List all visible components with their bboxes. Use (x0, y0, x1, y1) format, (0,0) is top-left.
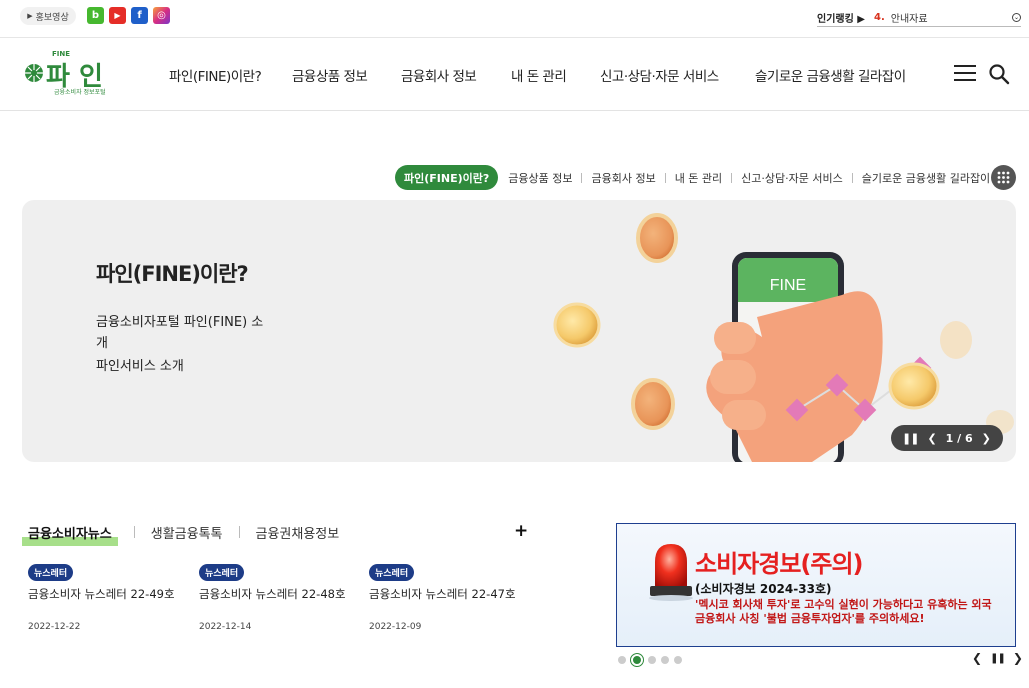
pagination-dot[interactable] (618, 656, 626, 664)
gnb-item-companies[interactable]: 금융회사 정보 (401, 65, 477, 85)
gnb-item-report-service[interactable]: 신고·상담·자문 서비스 (600, 65, 719, 85)
chevron-down-icon[interactable]: ⌄ (1012, 12, 1021, 22)
phone-screen-label: FINE (770, 277, 806, 294)
news-item[interactable]: 뉴스레터 금융소비자 뉴스레터 22-49호 2022-12-22 (28, 561, 188, 632)
all-menu-grid-icon[interactable] (991, 165, 1016, 190)
youtube-icon-glyph: ▶ (114, 11, 121, 20)
gnb-item-guide[interactable]: 슬기로운 금융생활 길라잡이 (755, 65, 906, 85)
tab-life-finance[interactable]: 생활금융톡톡 (151, 523, 223, 542)
ranking-label: 인기랭킹 ▶ (817, 13, 865, 25)
category-pill-fine[interactable]: 파인(FINE)이란? (395, 165, 499, 190)
pause-icon[interactable]: ❚❚ (990, 653, 1006, 664)
site-logo[interactable]: FINE 파 인 금융소비자 정보포털 (24, 50, 114, 98)
youtube-icon[interactable]: ▶ (109, 7, 126, 24)
news-title[interactable]: 금융소비자 뉴스레터 22-47호 (369, 586, 529, 602)
blog-icon[interactable]: b (87, 7, 104, 24)
pause-icon[interactable]: ❚❚ (902, 432, 919, 445)
main-banner[interactable]: 파인(FINE)이란? 금융소비자포털 파인(FINE) 소개 파인서비스 소개… (22, 200, 1016, 462)
news-title[interactable]: 금융소비자 뉴스레터 22-48호 (199, 586, 359, 602)
chevron-left-icon[interactable]: ❮ (972, 651, 982, 665)
search-icon[interactable] (988, 63, 1010, 85)
category-item-report[interactable]: 신고·상담·자문 서비스 (741, 170, 843, 186)
banner-category-nav: 파인(FINE)이란? 금융상품 정보 금융회사 정보 내 돈 관리 신고·상담… (395, 165, 990, 190)
news-date: 2022-12-09 (369, 622, 422, 632)
facebook-icon-glyph: f (137, 10, 142, 21)
pagination-dot[interactable] (648, 656, 656, 664)
newsletter-badge: 뉴스레터 (28, 564, 74, 581)
tab-consumer-news[interactable]: 금융소비자뉴스 (22, 523, 118, 546)
alert-pagination (618, 654, 682, 666)
alert-number: (소비자경보 2024-33호) (695, 582, 832, 596)
chevron-right-icon[interactable]: ❯ (982, 432, 991, 445)
logo-caption: 금융소비자 정보포털 (54, 89, 106, 96)
gnb-item-my-money[interactable]: 내 돈 관리 (511, 65, 567, 85)
news-date: 2022-12-14 (199, 622, 252, 632)
category-item-products[interactable]: 금융상품 정보 (508, 170, 572, 186)
popular-ranking[interactable]: 인기랭킹 ▶ 4. 안내자료 ⌄ (817, 8, 1021, 27)
alert-description: '멕시코 회사채 투자'로 고수익 실현이 가능하다고 유혹하는 외국 금융회사… (695, 598, 992, 625)
instagram-icon[interactable]: ◎ (153, 7, 170, 24)
utility-bar: ▶ 홍보영상 b ▶ f ◎ 인기랭킹 ▶ 4. 안내자료 ⌄ (0, 0, 1029, 38)
category-item-companies[interactable]: 금융회사 정보 (591, 170, 655, 186)
category-item-guide[interactable]: 슬기로운 금융생활 길라잡이 (862, 170, 990, 186)
promo-video-button[interactable]: ▶ 홍보영상 (20, 7, 76, 25)
banner-slide-controls: ❚❚ ❮ 1 / 6 ❯ (891, 425, 1003, 451)
promo-video-label: 홍보영상 (35, 12, 69, 23)
ranking-item[interactable]: 안내자료 (891, 10, 928, 25)
siren-icon (649, 544, 693, 601)
pagination-dot-active[interactable] (631, 654, 643, 666)
banner-description-2[interactable]: 파인서비스 소개 (96, 355, 184, 374)
gnb-item-products[interactable]: 금융상품 정보 (292, 65, 368, 85)
category-item-my-money[interactable]: 내 돈 관리 (675, 170, 722, 186)
consumer-alert-banner[interactable]: 소비자경보(주의) (소비자경보 2024-33호) '멕시코 회사채 투자'로… (616, 523, 1016, 647)
blog-icon-glyph: b (91, 10, 100, 21)
banner-description[interactable]: 금융소비자포털 파인(FINE) 소개 (96, 312, 266, 354)
tab-finance-jobs[interactable]: 금융권채용정보 (256, 523, 340, 542)
more-plus-icon[interactable]: + (514, 521, 528, 541)
play-icon: ▶ (27, 12, 33, 20)
phone-hand-illustration: FINE (553, 213, 1014, 462)
news-item[interactable]: 뉴스레터 금융소비자 뉴스레터 22-47호 2022-12-09 (369, 561, 529, 632)
gnb-item-fine[interactable]: 파인(FINE)이란? (169, 65, 262, 85)
pagination-dot[interactable] (661, 656, 669, 664)
chevron-right-icon[interactable]: ❯ (1013, 651, 1023, 665)
news-item[interactable]: 뉴스레터 금융소비자 뉴스레터 22-48호 2022-12-14 (199, 561, 359, 632)
pagination-dot[interactable] (674, 656, 682, 664)
newsletter-badge: 뉴스레터 (199, 564, 245, 581)
ranking-number: 4. (873, 11, 885, 23)
news-date: 2022-12-22 (28, 622, 81, 632)
alert-controls: ❮ ❚❚ ❯ (972, 651, 1023, 665)
instagram-icon-glyph: ◎ (157, 10, 166, 21)
main-navigation: FINE 파 인 금융소비자 정보포털 파인(FINE)이란? 금융상품 정보 … (0, 38, 1029, 111)
banner-title: 파인(FINE)이란? (96, 262, 249, 286)
facebook-icon[interactable]: f (131, 7, 148, 24)
newsletter-badge: 뉴스레터 (369, 564, 415, 581)
news-title[interactable]: 금융소비자 뉴스레터 22-49호 (28, 586, 188, 602)
hamburger-menu-icon[interactable] (954, 65, 976, 81)
chevron-left-icon[interactable]: ❮ (927, 432, 936, 445)
banner-page-indicator: 1 / 6 (945, 431, 973, 445)
news-tabs: 금융소비자뉴스 생활금융톡톡 금융권채용정보 (22, 520, 340, 546)
alert-title: 소비자경보(주의) (695, 550, 863, 578)
